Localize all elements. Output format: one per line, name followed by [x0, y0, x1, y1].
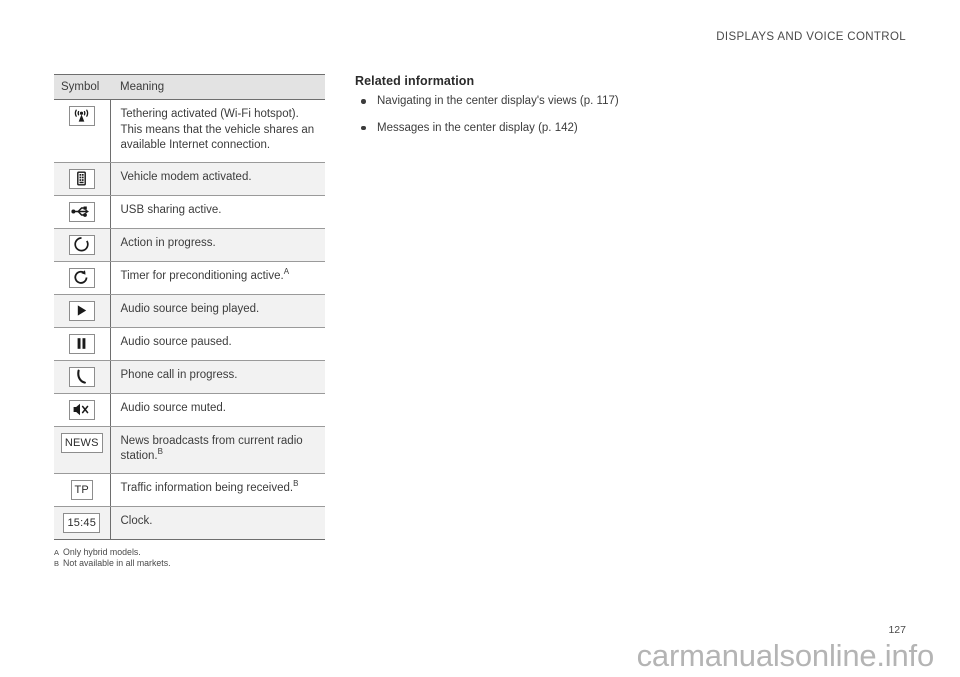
phone-icon — [68, 366, 95, 387]
meaning-text: News broadcasts from current radio stati… — [120, 434, 303, 463]
table-row: USB sharing active. — [54, 195, 325, 229]
symbol-cell: 15:45 — [54, 506, 111, 539]
meaning-text: Clock. — [120, 514, 153, 527]
meaning-cell: Action in progress. — [110, 228, 325, 262]
table-row: NEWS News broadcasts from current radio … — [54, 426, 325, 474]
watermark: carmanualsonline.info — [636, 638, 935, 673]
footnotes: A Only hybrid models. B Not available in a… — [54, 547, 325, 570]
spinner-icon — [68, 234, 95, 255]
meaning-text: Action in progress. — [120, 236, 216, 249]
symbol-cell — [54, 294, 111, 328]
footnote-ref: B — [157, 447, 163, 457]
footnote-text: Only hybrid models. — [63, 546, 141, 557]
column-header-meaning: Meaning — [110, 74, 325, 100]
meaning-text: Vehicle modem activated. — [120, 170, 252, 183]
news-text-icon: NEWS — [60, 432, 103, 453]
meaning-cell: Vehicle modem activated. — [110, 162, 325, 196]
meaning-text: Audio source being played. — [120, 302, 260, 315]
meaning-cell: Traffic information being received.B — [110, 473, 325, 507]
vehicle-modem-icon — [68, 168, 95, 189]
related-information-title: Related information — [355, 74, 475, 88]
table-row: Action in progress. — [54, 228, 325, 262]
footnote-mark: A — [54, 547, 60, 557]
meaning-cell: Clock. — [110, 506, 325, 539]
symbol-cell: NEWS — [54, 426, 111, 474]
meaning-cell: Timer for preconditioning active.A — [110, 261, 325, 295]
footnote-item: A Only hybrid models. — [54, 547, 325, 559]
meaning-text: USB sharing active. — [120, 203, 222, 216]
usb-icon — [68, 201, 95, 222]
meaning-text: Timer for preconditioning active. — [120, 269, 284, 282]
symbol-meaning-table: Symbol Meaning Tethering activated (Wi-F… — [54, 74, 325, 540]
meaning-cell: Audio source being played. — [110, 294, 325, 328]
left-column: Symbol Meaning Tethering activated (Wi-F… — [54, 74, 325, 570]
meaning-text: Audio source muted. — [120, 401, 226, 414]
footnote-text: Not available in all markets. — [63, 558, 171, 568]
related-link-text: Messages in the center display (p. 142) — [377, 121, 578, 134]
running-header: DISPLAYS AND VOICE CONTROL — [716, 31, 906, 43]
symbol-cell — [54, 327, 111, 361]
timer-icon — [68, 267, 95, 288]
symbol-cell — [54, 261, 111, 295]
meaning-text: Phone call in progress. — [120, 368, 238, 381]
table-row: Phone call in progress. — [54, 360, 325, 394]
meaning-cell: Audio source muted. — [110, 393, 325, 427]
related-link-text: Navigating in the center display's views… — [377, 95, 619, 107]
right-column: Related information Navigating in the ce… — [355, 74, 655, 147]
tp-text-icon: TP — [70, 479, 93, 500]
footnote-ref: B — [293, 478, 299, 488]
symbol-cell — [54, 228, 111, 262]
footnote-mark: B — [54, 559, 60, 568]
meaning-cell: USB sharing active. — [110, 195, 325, 229]
meaning-cell: Phone call in progress. — [110, 360, 325, 394]
footnote-item: B Not available in all markets. — [54, 558, 325, 570]
meaning-cell: Audio source paused. — [110, 327, 325, 361]
meaning-cell: News broadcasts from current radio stati… — [110, 426, 325, 474]
list-item[interactable]: Messages in the center display (p. 142) — [355, 121, 629, 137]
bullet-icon — [361, 99, 366, 104]
table-row: Audio source paused. — [54, 327, 325, 361]
wifi-tethering-icon — [68, 106, 95, 126]
column-header-symbol: Symbol — [54, 74, 110, 100]
meaning-text: Traffic information being received. — [120, 481, 294, 494]
table-row: Audio source muted. — [54, 393, 325, 427]
symbol-cell — [54, 162, 111, 196]
symbol-cell — [54, 360, 111, 394]
mute-icon — [68, 399, 95, 420]
meaning-text: Tethering activated (Wi-Fi hotspot). Thi… — [120, 108, 315, 151]
symbol-cell — [54, 393, 111, 427]
symbol-cell: TP — [54, 473, 111, 507]
meaning-cell: Tethering activated (Wi-Fi hotspot). Thi… — [110, 99, 325, 163]
symbol-cell — [54, 195, 111, 229]
footnote-ref: A — [283, 266, 290, 276]
table-header-row: Symbol Meaning — [54, 74, 325, 100]
clock-text-icon: 15:45 — [63, 512, 101, 533]
symbol-cell — [54, 99, 111, 163]
bullet-icon — [361, 125, 366, 130]
list-item[interactable]: Navigating in the center display's views… — [355, 94, 629, 110]
table-row: 15:45 Clock. — [54, 506, 325, 539]
table-row: Audio source being played. — [54, 294, 325, 328]
pause-icon — [68, 333, 95, 354]
play-icon — [68, 300, 95, 321]
table-row: Timer for preconditioning active.A — [54, 261, 325, 295]
related-information-list: Navigating in the center display's views… — [355, 94, 655, 136]
table-row: Vehicle modem activated. — [54, 162, 325, 196]
table-row: TP Traffic information being received.B — [54, 473, 325, 507]
page-number: 127 — [888, 624, 906, 636]
meaning-text: Audio source paused. — [120, 335, 232, 348]
table-row: Tethering activated (Wi-Fi hotspot). Thi… — [54, 99, 325, 163]
